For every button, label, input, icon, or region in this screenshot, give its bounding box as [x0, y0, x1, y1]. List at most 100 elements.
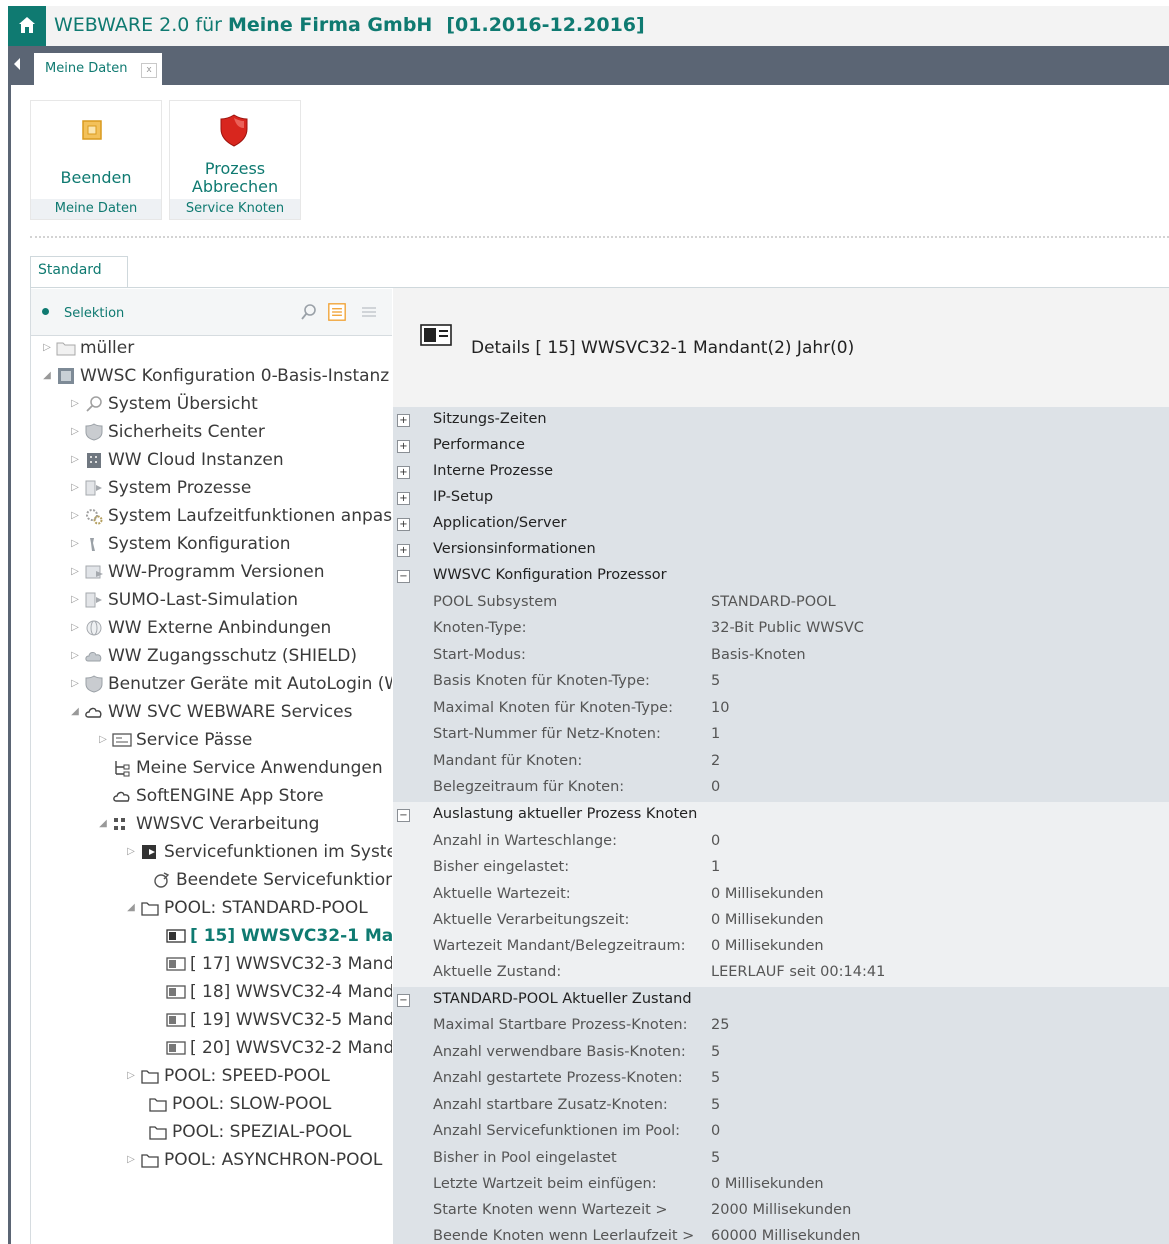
section-versionsinformationen[interactable]: + Versionsinformationen	[393, 537, 1169, 564]
tree-item-ww-svc-webware-services[interactable]: ◢ WW SVC WEBWARE Services	[68, 699, 392, 725]
folder-outline-icon	[149, 1098, 167, 1112]
tree-item-beendete-servicefunktionen[interactable]: Beendete Servicefunktionen	[150, 867, 392, 893]
beenden-button[interactable]: Beenden Meine Daten	[30, 100, 162, 220]
tree-item-system-prozesse[interactable]: ▷ System Prozesse	[68, 475, 392, 501]
expand-icon[interactable]: +	[397, 440, 410, 453]
section-standard-pool-zustand[interactable]: − STANDARD-POOL Aktueller Zustand	[393, 987, 1169, 1014]
tree-item-service-paesse[interactable]: ▷ Service Pässe	[96, 727, 392, 753]
detail-row: Starte Knoten wenn Wartezeit >2000 Milli…	[393, 1198, 1169, 1225]
section-sitzungs-zeiten[interactable]: + Sitzungs-Zeiten	[393, 407, 1169, 434]
detail-row: Knoten-Type: 32-Bit Public WWSVC	[393, 616, 1169, 643]
node-icon	[166, 1041, 186, 1055]
tree-item-pool-slow[interactable]: POOL: SLOW-POOL	[146, 1091, 392, 1117]
tree-item-pool-asynchron[interactable]: ▷ POOL: ASYNCHRON-POOL	[124, 1147, 392, 1173]
detail-row: Aktuelle Zustand: LEERLAUF seit 00:14:41	[393, 960, 1169, 987]
tree-item-softengine-app-store[interactable]: SoftENGINE App Store	[110, 783, 392, 809]
tab-strip	[8, 46, 1169, 85]
process-icon	[85, 480, 102, 496]
section-auslastung[interactable]: − Auslastung aktueller Prozess Knoten	[393, 802, 1169, 829]
collapse-icon[interactable]: −	[397, 994, 410, 1007]
tree-item-wwsvc-verarbeitung[interactable]: ◢ WWSVC Verarbeitung	[96, 811, 392, 837]
prozess-abbrechen-button[interactable]: Prozess Abbrechen Service Knoten	[169, 100, 301, 220]
search-icon	[86, 396, 102, 412]
detail-row: Bisher in Pool eingelastet 5	[393, 1146, 1169, 1173]
tree-item-wwsc-konfiguration[interactable]: ◢ WWSC Konfiguration 0-Basis-Instanz	[40, 363, 392, 389]
config-icon	[58, 368, 74, 384]
selection-dot-icon	[42, 308, 49, 315]
section-wwsvc-konfiguration[interactable]: − WWSVC Konfiguration Prozessor	[393, 563, 1169, 590]
tab-label: Meine Daten	[45, 61, 128, 76]
title-company: Meine Firma GmbH	[228, 14, 433, 36]
tree-item-benutzer-geraete[interactable]: ▷ Benutzer Geräte mit AutoLogin (WW	[68, 671, 392, 697]
detail-row: Start-Nummer für Netz-Knoten: 1	[393, 722, 1169, 749]
collapse-icon[interactable]: ◢	[40, 363, 54, 389]
tree-item-node-18[interactable]: [ 18] WWSVC32-4 Mandant	[164, 979, 392, 1005]
search-icon[interactable]	[300, 303, 318, 321]
cloud-outline-icon	[113, 791, 130, 802]
check-icon	[154, 872, 170, 888]
detail-row: Anzahl gestartete Prozess-Knoten: 5	[393, 1066, 1169, 1093]
tree-item-sicherheits-center[interactable]: ▷ Sicherheits Center	[68, 419, 392, 445]
detail-row: Anzahl startbare Zusatz-Knoten: 5	[393, 1093, 1169, 1120]
section-ip-setup[interactable]: + IP-Setup	[393, 485, 1169, 512]
tree-item-ww-zugangsschutz[interactable]: ▷ WW Zugangsschutz (SHIELD)	[68, 643, 392, 669]
tree-item-pool-speed[interactable]: ▷ POOL: SPEED-POOL	[124, 1063, 392, 1089]
list-view-icon[interactable]	[328, 303, 346, 321]
tree-header-label: Selektion	[64, 306, 125, 321]
section-performance[interactable]: + Performance	[393, 433, 1169, 460]
ribbon-group-meine-daten: Meine Daten	[31, 199, 161, 219]
detail-row: Aktuelle Wartezeit: 0 Millisekunden	[393, 882, 1169, 909]
title-period: [01.2016-12.2016]	[446, 14, 645, 36]
menu-icon[interactable]	[360, 303, 378, 321]
cloud-icon	[85, 652, 102, 662]
section-interne-prozesse[interactable]: + Interne Prozesse	[393, 459, 1169, 486]
tree-item-node-19[interactable]: [ 19] WWSVC32-5 Mandant	[164, 1007, 392, 1033]
network-icon	[114, 818, 125, 830]
tree-item-system-konfiguration[interactable]: ▷ System Konfiguration	[68, 531, 392, 557]
tree-item-node-20[interactable]: [ 20] WWSVC32-2 Mandant	[164, 1035, 392, 1061]
tree-item-system-uebersicht[interactable]: ▷ System Übersicht	[68, 391, 392, 417]
tree-item-pool-standard[interactable]: ◢ POOL: STANDARD-POOL	[124, 895, 392, 921]
folder-icon	[56, 342, 76, 356]
expand-icon[interactable]: +	[397, 414, 410, 427]
collapse-icon[interactable]: −	[397, 570, 410, 583]
tree-item-system-laufzeitfunktionen[interactable]: ▷ System Laufzeitfunktionen anpassen	[68, 503, 392, 529]
home-button[interactable]	[8, 6, 46, 46]
prozess-label: Prozess	[204, 159, 266, 178]
detail-row: Anzahl in Warteschlange: 0	[393, 829, 1169, 856]
expand-icon[interactable]: +	[397, 518, 410, 531]
tree-item-ww-cloud-instanzen[interactable]: ▷ WW Cloud Instanzen	[68, 447, 392, 473]
expand-icon[interactable]: +	[397, 544, 410, 557]
tree-item-ww-externe-anbindungen[interactable]: ▷ WW Externe Anbindungen	[68, 615, 392, 641]
collapse-icon[interactable]: −	[397, 809, 410, 822]
program-icon	[85, 565, 103, 579]
detail-row: Aktuelle Verarbeitungszeit: 0 Millisekund…	[393, 908, 1169, 935]
detail-row: Mandant für Knoten: 2	[393, 749, 1169, 776]
tree-item-ww-programm-versionen[interactable]: ▷ WW-Programm Versionen	[68, 559, 392, 585]
tree-item-sumo-last-simulation[interactable]: ▷ SUMO-Last-Simulation	[68, 587, 392, 613]
ribbon-group-service-knoten: Service Knoten	[170, 199, 300, 219]
beenden-label: Beenden	[60, 168, 132, 187]
expand-icon[interactable]: +	[397, 492, 410, 505]
expand-icon[interactable]: ▷	[40, 335, 54, 361]
tree-item-meine-service-anwendungen[interactable]: Meine Service Anwendungen	[110, 755, 392, 781]
node-icon	[166, 1013, 186, 1027]
tree-item-mueller[interactable]: ▷ müller	[40, 335, 392, 361]
folder-outline-icon	[141, 1154, 159, 1168]
building-icon	[87, 453, 101, 468]
detail-row: Anzahl verwendbare Basis-Knoten: 5	[393, 1040, 1169, 1067]
section-application-server[interactable]: + Application/Server	[393, 511, 1169, 538]
node-icon	[420, 324, 452, 346]
tab-close-button[interactable]: x	[141, 63, 157, 78]
tree-item-pool-spezial[interactable]: POOL: SPEZIAL-POOL	[146, 1119, 392, 1145]
detail-row: Bisher eingelastet: 1	[393, 855, 1169, 882]
tab-scroll-left-icon[interactable]	[14, 58, 20, 70]
expand-icon[interactable]: +	[397, 466, 410, 479]
ribbon-separator	[30, 236, 1169, 238]
tree-item-servicefunktionen-im-system[interactable]: ▷ Servicefunktionen im System	[124, 839, 392, 865]
frame-border	[8, 85, 11, 1244]
detail-row: Maximal Knoten für Knoten-Type: 10	[393, 696, 1169, 723]
tree-item-node-17[interactable]: [ 17] WWSVC32-3 Mandant	[164, 951, 392, 977]
details-title: Details [ 15] WWSVC32-1 Mandant(2) Jahr(…	[471, 338, 855, 358]
tree-item-node-15[interactable]: [ 15] WWSVC32-1 Mandant	[164, 923, 392, 949]
